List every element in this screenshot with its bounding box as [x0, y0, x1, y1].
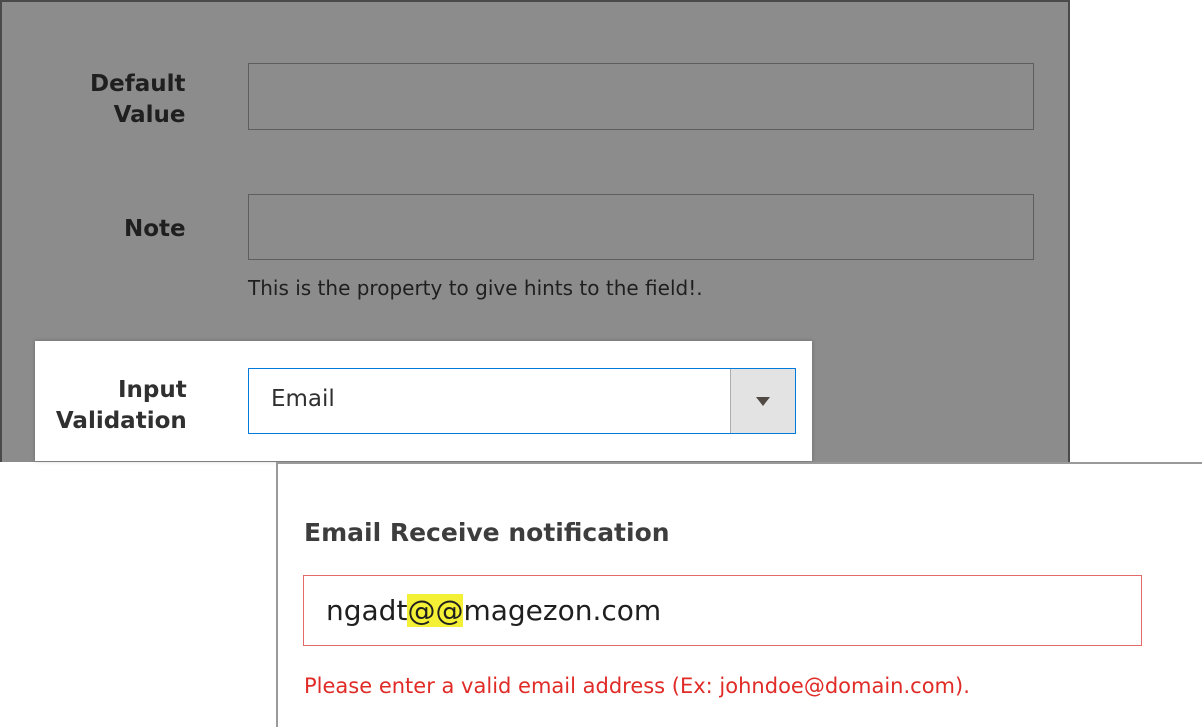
- email-field-label: Email Receive notification: [304, 518, 670, 547]
- note-hint-text: This is the property to give hints to th…: [248, 276, 703, 300]
- email-field[interactable]: ngadt @@ magezon.com: [303, 575, 1142, 646]
- default-value-input[interactable]: [248, 63, 1034, 130]
- email-value-suffix: magezon.com: [463, 594, 662, 627]
- default-value-label: Default Value: [90, 71, 186, 128]
- input-validation-select[interactable]: Email: [248, 368, 796, 434]
- select-selected-value: Email: [271, 386, 335, 412]
- email-error-message: Please enter a valid email address (Ex: …: [304, 674, 970, 698]
- invalid-chars-highlight: @@: [407, 594, 464, 627]
- note-input[interactable]: [248, 194, 1034, 260]
- note-label: Note: [124, 216, 186, 242]
- frontend-email-panel: Email Receive notification ngadt @@ magezo…: [276, 462, 1202, 727]
- email-value-prefix: ngadt: [326, 594, 408, 627]
- select-toggle-button[interactable]: [730, 369, 795, 433]
- input-validation-label: Input Validation: [55, 377, 187, 434]
- triangle-down-icon: [756, 396, 770, 406]
